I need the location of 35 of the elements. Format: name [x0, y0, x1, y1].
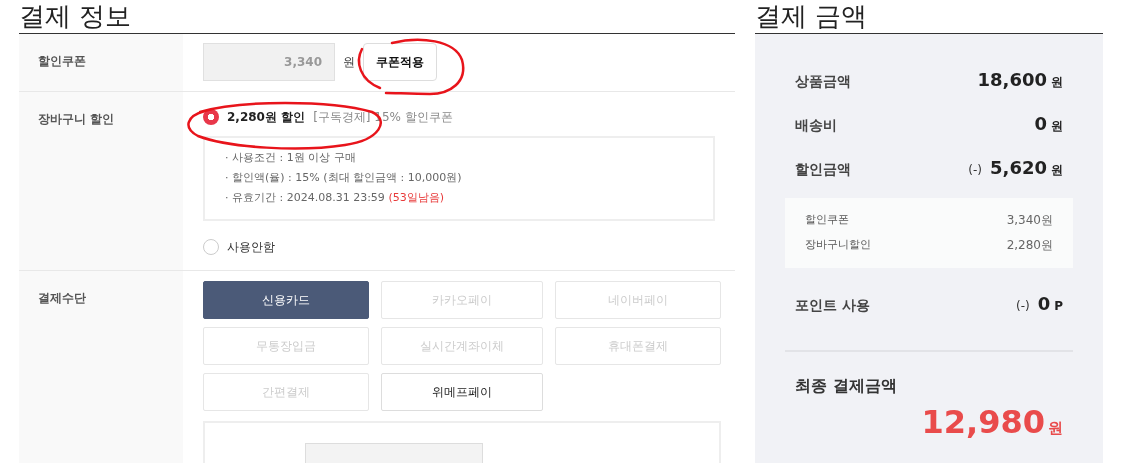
summary-amount: 0	[1034, 112, 1047, 136]
breakdown-amount: 3,340원	[1006, 212, 1053, 229]
unit-label: 원	[1051, 118, 1063, 135]
option-label: 사용안함	[227, 238, 275, 256]
summary-label: 배송비	[795, 116, 837, 135]
breakdown-label: 할인쿠폰	[805, 212, 849, 228]
unit-label: 원	[1051, 162, 1063, 179]
coupon-detail: · 할인액(율) : 15% (최대 할인금액 : 10,000원)	[225, 170, 463, 185]
breakdown-label: 장바구니할인	[805, 237, 871, 253]
unit-label: 원	[1048, 419, 1063, 438]
coupon-detail: · 사용조건 : 1원 이상 구매	[225, 150, 357, 165]
row-label: 결제수단	[19, 271, 183, 463]
summary-label: 상품금액	[795, 72, 851, 91]
coupon-amount-field: 3,340	[203, 43, 335, 81]
row-label: 할인쿠폰	[19, 34, 183, 91]
minus-sign: (-)	[1015, 298, 1030, 315]
summary-amount: 0	[1037, 292, 1051, 316]
payment-method-button[interactable]: 신용카드	[203, 281, 369, 319]
apply-coupon-button[interactable]: 쿠폰적용	[363, 43, 437, 81]
unit-label: P	[1054, 298, 1063, 315]
unit-label: 원	[1051, 74, 1063, 91]
total-label: 최종 결제금액	[794, 376, 898, 397]
summary-label: 포인트 사용	[795, 296, 870, 315]
radio-button[interactable]	[203, 239, 219, 255]
unit-label: 원	[343, 53, 355, 71]
total-amount: 12,980	[921, 403, 1045, 441]
summary-amount: 18,600	[977, 68, 1047, 92]
minus-sign: (-)	[968, 162, 983, 179]
breakdown-amount: 2,280원	[1006, 237, 1053, 254]
payment-method-button[interactable]: 위메프페이	[381, 373, 543, 411]
discount-label: 2,280원 할인	[227, 108, 306, 126]
summary-amount: 5,620	[990, 156, 1047, 180]
coupon-detail: · 유효기간 : 2024.08.31 23:59 (53일남음)	[225, 190, 445, 205]
row-label: 장바구니 할인	[19, 92, 183, 270]
summary-label: 할인금액	[795, 160, 851, 179]
